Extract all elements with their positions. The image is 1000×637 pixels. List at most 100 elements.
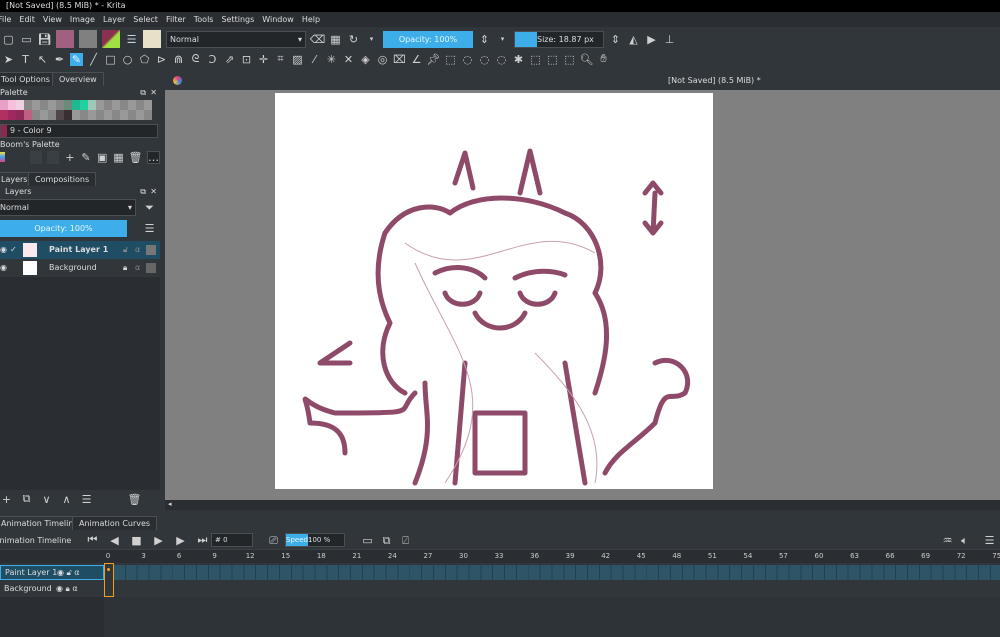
tab-compositions[interactable]: Compositions (28, 172, 97, 186)
keyframe[interactable] (107, 568, 110, 571)
palette-swatch[interactable] (16, 110, 24, 120)
blend-mode-select[interactable]: Normal ▾ (166, 30, 306, 48)
bezier-select-icon[interactable]: ⬚ (546, 53, 559, 66)
alpha-lock-icon[interactable]: α (135, 259, 140, 277)
checkbox-icon[interactable]: ✓ (10, 241, 17, 259)
fg-swatch[interactable] (30, 150, 43, 164)
visibility-icon[interactable]: ◉ (0, 259, 7, 277)
palette-swatch[interactable] (96, 100, 104, 110)
contiguous-select-icon[interactable]: ✱ (512, 53, 525, 66)
palette-swatch[interactable] (80, 110, 88, 120)
palette-swatch[interactable] (0, 100, 8, 110)
polyline-tool-icon[interactable]: ⊳ (155, 53, 168, 66)
palette-swatch[interactable] (32, 110, 40, 120)
inherit-alpha-icon[interactable] (146, 245, 156, 255)
measure-tool-icon[interactable]: ∠ (410, 53, 423, 66)
color-picker-icon[interactable]: ⁄ (308, 53, 321, 66)
palette-swatch[interactable] (8, 100, 16, 110)
alpha-lock-icon[interactable]: α (135, 241, 140, 259)
add-icon[interactable]: + (64, 151, 75, 164)
wrap-around-icon[interactable]: ⊥ (663, 33, 676, 46)
menu-edit[interactable]: Edit (15, 12, 39, 27)
timeline-layer-row[interactable]: Paint Layer 1 ◉ 🔓︎ α (0, 565, 104, 580)
mirror-vertical-icon[interactable]: ▶ (645, 33, 658, 46)
stop-icon[interactable]: ■ (130, 534, 143, 547)
palette-swatch[interactable] (24, 110, 32, 120)
opacity-slider[interactable]: Opacity: 100% (383, 30, 473, 48)
add-layer-icon[interactable]: + (0, 493, 13, 506)
menu-view[interactable]: View (39, 12, 66, 27)
palette-swatch[interactable] (104, 110, 112, 120)
fg-bg-color-icon[interactable] (102, 30, 120, 48)
new-document-icon[interactable]: ▢ (2, 33, 15, 46)
size-slider[interactable]: Size: 18.87 px (514, 30, 604, 48)
close-icon[interactable]: ✕ (150, 87, 157, 99)
timeline-layer-row[interactable]: Background ◉ 🔒︎ α (0, 581, 104, 596)
tab-animation-curves[interactable]: Animation Curves (72, 516, 158, 530)
color-select[interactable]: 9 - Color 9 (0, 124, 158, 138)
layer-opacity-slider[interactable]: Opacity: 100% (0, 220, 127, 237)
palette-swatch[interactable] (56, 110, 64, 120)
current-frame-indicator[interactable] (104, 563, 114, 597)
ellipse-select-icon[interactable]: ◌ (461, 53, 474, 66)
palette-swatch[interactable] (144, 100, 152, 110)
rectangle-tool-icon[interactable]: □ (104, 53, 117, 66)
transform-tool-icon[interactable]: ⊡ (240, 53, 253, 66)
preserve-alpha-icon[interactable]: ▦ (329, 33, 342, 46)
line-tool-icon[interactable]: ╱ (87, 53, 100, 66)
menu-filter[interactable]: Filter (162, 12, 190, 27)
document-title[interactable]: [Not Saved] (8.5 MiB) * (668, 76, 761, 85)
more-button[interactable]: … (147, 150, 160, 164)
smart-patch-icon[interactable]: ✳ (325, 53, 338, 66)
chevron-down-icon[interactable]: ▾ (365, 33, 378, 46)
onion-settings-icon[interactable]: ⧉ (380, 534, 393, 547)
menu-file[interactable]: File (0, 12, 15, 27)
assistant-tool-icon[interactable]: ⌧ (393, 53, 406, 66)
palette-swatch[interactable] (0, 110, 8, 120)
layer-properties-icon[interactable]: ☰ (80, 493, 93, 506)
audio-icon[interactable]: ♒ (941, 534, 954, 547)
palette-swatch[interactable] (48, 110, 56, 120)
settings-icon[interactable]: ☰ (983, 534, 996, 547)
duplicate-layer-icon[interactable]: ⧉ (20, 492, 33, 506)
ellipse-tool-icon[interactable]: ○ (121, 53, 134, 66)
opacity-spinner[interactable]: ⇕ (478, 33, 491, 46)
mirror-horizontal-icon[interactable]: ◭ (627, 33, 640, 46)
pan-tool-icon[interactable]: ✋︎ (597, 52, 610, 66)
dynamic-brush-icon[interactable]: Ↄ (206, 53, 219, 66)
layer-row[interactable]: ◉ Background 🔒︎ α (0, 259, 160, 277)
palette-swatch[interactable] (88, 110, 96, 120)
palette-swatch[interactable] (144, 110, 152, 120)
move-tool-icon[interactable]: ✛ (257, 53, 270, 66)
canvas-document[interactable] (275, 93, 713, 489)
size-spinner[interactable]: ⇕ (609, 33, 622, 46)
similar-select-icon[interactable]: ⬚ (529, 53, 542, 66)
fill-tool-icon[interactable]: ◈ (359, 53, 372, 66)
visibility-icon[interactable]: ◉ (0, 241, 7, 259)
text-tool-icon[interactable]: T (19, 53, 32, 66)
grid-icon[interactable]: ▦ (113, 151, 124, 164)
save-icon[interactable]: ▣ (97, 151, 108, 164)
select-tool-icon[interactable]: ➤ (2, 53, 15, 66)
layer-row[interactable]: ◉ ✓ Paint Layer 1 🔓︎ α (0, 241, 160, 259)
menu-help[interactable]: Help (298, 12, 324, 27)
menu-settings[interactable]: Settings (217, 12, 258, 27)
polygon-tool-icon[interactable]: ⬠ (138, 53, 151, 66)
brush-preset-button[interactable] (143, 30, 161, 48)
save-icon[interactable]: 💾︎ (38, 33, 52, 46)
palette-swatch[interactable] (56, 100, 64, 110)
palette-swatch[interactable] (120, 100, 128, 110)
bg-swatch[interactable] (47, 150, 60, 164)
palette-swatch[interactable] (88, 100, 96, 110)
brush-settings-icon[interactable]: ☰ (125, 33, 138, 46)
auto-key-icon[interactable]: ⍁ (399, 534, 412, 547)
horizontal-scrollbar[interactable]: ◂ (165, 500, 1000, 510)
freehand-path-icon[interactable]: ᘓ (189, 52, 202, 66)
menu-icon[interactable]: ☰ (143, 222, 156, 235)
onion-skin-icon[interactable]: ▭ (361, 534, 374, 547)
palette-swatch[interactable] (120, 110, 128, 120)
menu-tools[interactable]: Tools (190, 12, 218, 27)
float-icon[interactable]: ⧉ (140, 87, 146, 99)
edit-icon[interactable]: ✎ (80, 151, 91, 164)
menu-image[interactable]: Image (66, 12, 99, 27)
